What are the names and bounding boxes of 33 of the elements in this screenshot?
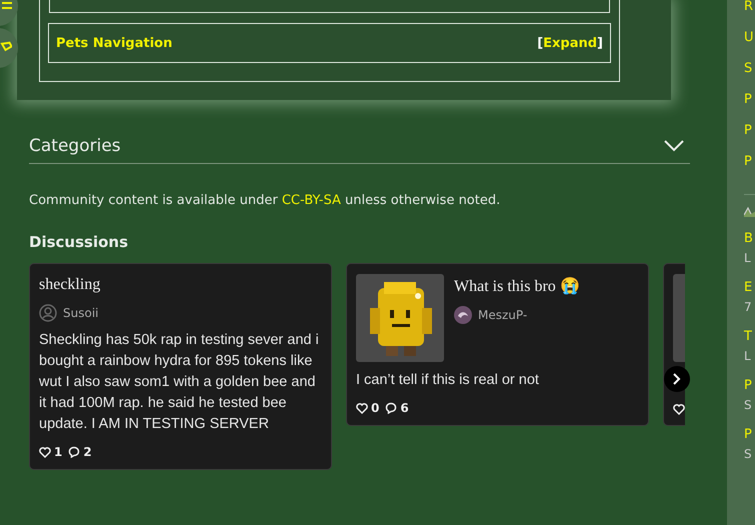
discussion-title[interactable]: What is this bro 😭: [454, 276, 580, 296]
discussion-card[interactable]: What is this bro 😭 MeszuP- I can’t tell if this is real or not 0 6: [346, 263, 649, 426]
sidebar-link[interactable]: R: [744, 0, 755, 31]
license-text: Community content is available under CC-BY-SA unless otherwise noted.: [29, 193, 502, 208]
sidebar-link[interactable]: S: [744, 62, 755, 93]
expand-toggle[interactable]: [Expand]: [537, 36, 603, 50]
like-count: 0: [371, 401, 380, 415]
comment-count: 2: [83, 445, 92, 459]
discussion-title[interactable]: sheckling: [39, 276, 100, 294]
like-count: 1: [54, 445, 62, 459]
activity-meta: 7: [744, 300, 753, 314]
sidebar-link[interactable]: P: [744, 124, 755, 155]
license-link[interactable]: CC-BY-SA: [282, 193, 341, 208]
activity-title[interactable]: E: [744, 280, 755, 295]
activity-meta: S: [744, 447, 753, 461]
navigation-title: Pets Navigation: [56, 36, 172, 50]
activity-title[interactable]: T: [744, 329, 755, 344]
comment-count: 6: [400, 401, 409, 415]
activity-meta: L: [744, 251, 752, 265]
sidebar-link[interactable]: P: [744, 155, 755, 186]
discussion-text: Sheckling has 50k rap in testing sever and i bought a rainbow hydra for 895 tokens like wut I also saw som1 with a golden bee and it had 100M rap. he said he tested bee update. I AM IN TESTING SERVER: [39, 331, 320, 434]
author-name[interactable]: Susoii: [63, 306, 98, 320]
author-name[interactable]: MeszuP-: [478, 308, 528, 322]
section-heading: Discussions: [29, 233, 130, 251]
sidebar-link[interactable]: U: [744, 31, 755, 62]
activity-meta: L: [744, 349, 752, 363]
activity-title[interactable]: P: [744, 427, 755, 442]
discussion-text: I can’t tell if this is real or not: [356, 371, 540, 390]
activity-title[interactable]: B: [744, 231, 755, 246]
sidebar-link[interactable]: P: [744, 93, 755, 124]
section-heading: Categories: [29, 136, 121, 156]
activity-meta: S: [744, 398, 753, 412]
activity-title[interactable]: P: [744, 378, 755, 393]
